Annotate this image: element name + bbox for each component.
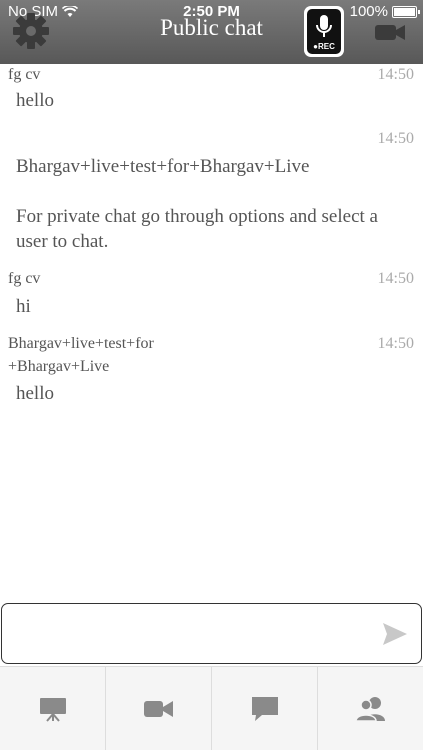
message-sender: fg cv	[8, 270, 41, 287]
record-label: ●REC	[307, 42, 341, 51]
presentation-icon	[39, 697, 66, 722]
header-bar: No SIM 2:50 PM 100% Public chat ●REC	[0, 0, 423, 64]
chat-icon	[251, 696, 278, 721]
settings-button[interactable]	[12, 12, 50, 50]
message-time: 14:50	[377, 270, 414, 287]
message-sender-line1: Bhargav+live+test+for	[8, 335, 154, 352]
record-text: REC	[317, 42, 335, 51]
microphone-icon	[316, 15, 332, 37]
message-time: 14:50	[377, 130, 414, 147]
system-note: For private chat go through options and …	[16, 206, 378, 252]
record-button-face: ●REC	[307, 9, 341, 54]
message-time: 14:50	[377, 335, 414, 352]
message-composer	[1, 603, 422, 664]
video-camera-icon	[375, 25, 405, 40]
tab-presentation[interactable]	[0, 667, 106, 750]
message-sender: fg cv	[8, 66, 41, 83]
message-text: Bhargav+live+test+for+Bhargav+Live	[16, 156, 310, 177]
battery-icon	[392, 5, 420, 18]
message-time: 14:50	[377, 66, 414, 83]
message-text: hello	[16, 90, 54, 111]
status-bar: No SIM 2:50 PM 100%	[0, 0, 423, 24]
tab-bar	[0, 666, 423, 750]
tab-chat[interactable]	[212, 667, 318, 750]
record-button[interactable]: ●REC	[304, 6, 344, 57]
video-call-button[interactable]	[372, 18, 408, 46]
gear-icon	[13, 13, 49, 49]
send-icon	[383, 623, 407, 645]
message-input[interactable]	[10, 612, 370, 654]
tab-video[interactable]	[106, 667, 212, 750]
message-sender-line2: +Bhargav+Live	[8, 358, 110, 375]
send-button[interactable]	[382, 622, 408, 646]
message-text: hello	[16, 383, 54, 404]
message-list[interactable]: fg cv 14:50 hello 14:50 Bhargav+live+tes…	[0, 64, 423, 600]
users-icon	[354, 696, 385, 722]
video-icon	[143, 700, 173, 717]
tab-users[interactable]	[318, 667, 423, 750]
message-text: hi	[16, 296, 31, 317]
